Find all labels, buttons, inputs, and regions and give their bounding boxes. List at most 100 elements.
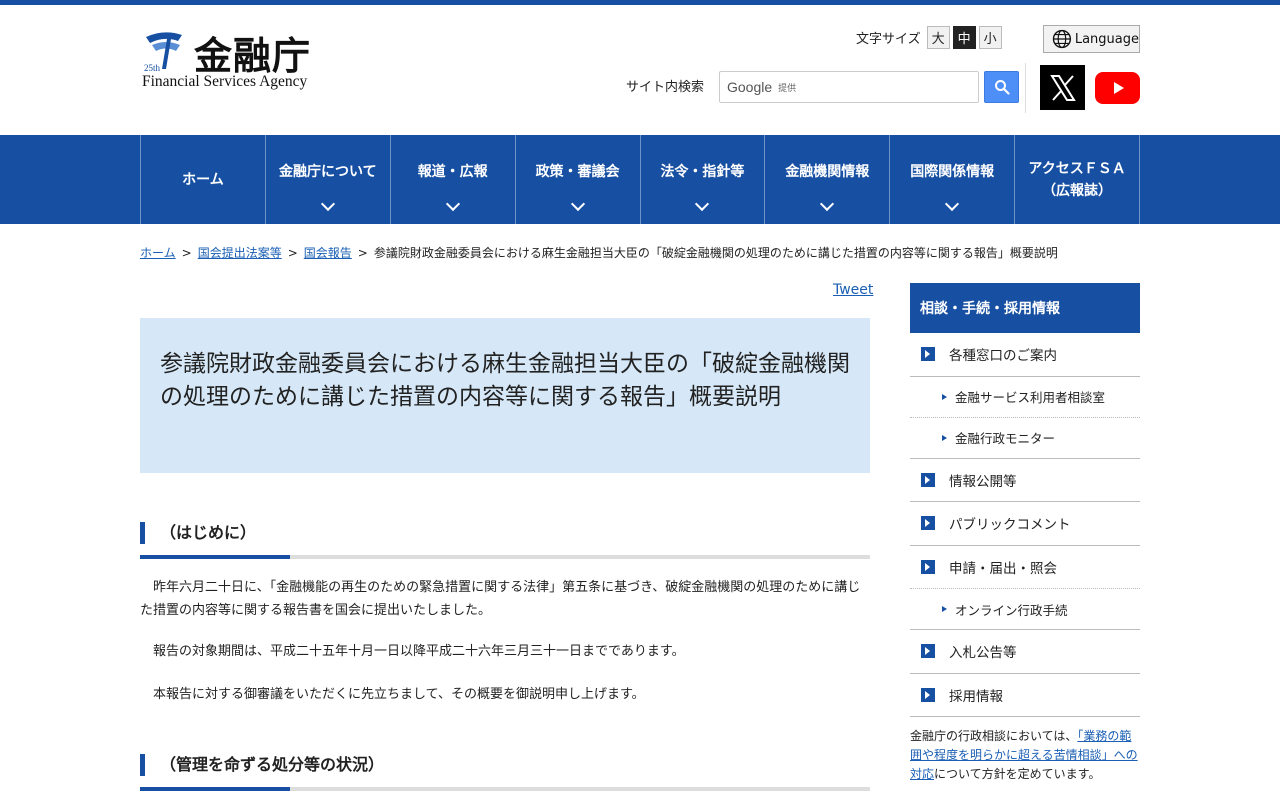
- triangle-right-icon: [942, 393, 947, 400]
- nav-laws-label: 法令・指針等: [660, 163, 745, 180]
- font-size-large-button[interactable]: 大: [926, 26, 950, 49]
- search-label: サイト内検索: [626, 80, 705, 95]
- youtube-link[interactable]: [1095, 72, 1140, 104]
- breadcrumb-bills[interactable]: 国会提出法案等: [198, 246, 282, 260]
- chevron-down-icon: [820, 196, 835, 212]
- logo-jp-text: 金融庁: [194, 34, 312, 78]
- google-brand-suffix: 提供: [778, 83, 797, 94]
- page-title-box: 参議院財政金融委員会における麻生金融担当大臣の「破綻金融機関の処理のために講じた…: [140, 318, 870, 473]
- page-title: 参議院財政金融委員会における麻生金融担当大臣の「破綻金融機関の処理のために講じた…: [160, 351, 850, 410]
- global-nav: ホーム 金融庁について 報道・広報 政策・審議会 法令・指針等 金融機関情報 国…: [0, 135, 1280, 224]
- fsa-logo[interactable]: 25th 金融庁 Financial Services Agency: [142, 27, 342, 97]
- nav-about-label: 金融庁について: [279, 163, 377, 180]
- search-icon: [994, 80, 1010, 95]
- language-button[interactable]: Language: [1043, 25, 1140, 53]
- nav-policy-label: 政策・審議会: [535, 163, 620, 180]
- language-label: Language: [1074, 31, 1139, 47]
- tweet-link[interactable]: Tweet: [833, 282, 873, 298]
- breadcrumb-separator: >: [181, 246, 192, 260]
- site-search-input[interactable]: Google 提供: [719, 71, 979, 103]
- sidebar-item-joho[interactable]: 情報公開等: [910, 459, 1140, 502]
- nav-institutions-label: 金融機関情報: [785, 163, 870, 180]
- sidebar-item-madoguchi[interactable]: 各種窓口のご案内: [910, 333, 1140, 377]
- breadcrumb-current: 参議院財政金融委員会における麻生金融担当大臣の「破綻金融機関の処理のために講じた…: [373, 246, 1058, 260]
- breadcrumb-separator: >: [287, 246, 298, 260]
- section-rule: [140, 555, 870, 559]
- chevron-down-icon: [320, 196, 335, 212]
- nav-international[interactable]: 国際関係情報: [890, 135, 1016, 224]
- sidebar-item-public-comment[interactable]: パブリックコメント: [910, 502, 1140, 546]
- sidebar-subitem-monitor[interactable]: 金融行政モニター: [910, 418, 1140, 459]
- nav-policy[interactable]: 政策・審議会: [516, 135, 641, 224]
- google-brand: Google: [727, 79, 773, 95]
- youtube-icon: [1113, 82, 1124, 94]
- triangle-right-icon: [942, 606, 947, 612]
- sidebar-item-label: 情報公開等: [949, 473, 1017, 490]
- sidebar-subitem-riyosha[interactable]: 金融サービス利用者相談室: [910, 377, 1140, 418]
- globe-icon: [1052, 29, 1072, 49]
- x-link[interactable]: [1040, 65, 1085, 110]
- arrow-square-icon: [921, 687, 935, 702]
- font-size-switcher: 文字サイズ 大 中 小: [856, 26, 1005, 49]
- nav-about[interactable]: 金融庁について: [266, 135, 391, 224]
- nav-access-fsa-sublabel: （広報誌）: [1042, 182, 1113, 199]
- sidebar-subitem-label: 金融サービス利用者相談室: [955, 390, 1106, 405]
- chevron-down-icon: [695, 196, 710, 212]
- arrow-square-icon: [921, 472, 935, 487]
- paragraph-1: 昨年六月二十日に、「金融機能の再生のための緊急措置に関する法律」第五条に基づき、…: [140, 580, 861, 618]
- nav-institutions[interactable]: 金融機関情報: [765, 135, 891, 224]
- fsa-logo-mark-icon: 25th: [144, 32, 182, 73]
- sidebar-item-label: パブリックコメント: [949, 517, 1071, 534]
- font-size-small-button[interactable]: 小: [978, 26, 1002, 49]
- triangle-right-icon: [942, 434, 947, 441]
- breadcrumb-reports[interactable]: 国会報告: [304, 246, 352, 260]
- nav-press-label: 報道・広報: [417, 163, 488, 180]
- header-divider: [1025, 63, 1026, 113]
- x-logo-icon: [1049, 74, 1076, 101]
- search-button[interactable]: [984, 71, 1019, 103]
- nav-access-fsa[interactable]: アクセスＦＳＡ （広報誌）: [1015, 135, 1140, 224]
- breadcrumb-separator: >: [357, 246, 368, 260]
- breadcrumb-home[interactable]: ホーム: [140, 246, 176, 260]
- sidebar-item-nyusatsu[interactable]: 入札公告等: [910, 630, 1140, 674]
- sidebar-item-shinsei[interactable]: 申請・届出・照会: [910, 546, 1140, 589]
- section-heading-text: （はじめに）: [140, 522, 870, 544]
- section-rule: [140, 787, 870, 791]
- logo-badge: 25th: [144, 63, 161, 73]
- sidebar-item-label: 入札公告等: [949, 645, 1017, 662]
- sidebar-note: 金融庁の行政相談においては、「業務の範囲や程度を明らかに超える苦情相談」への対応…: [910, 727, 1140, 784]
- arrow-square-icon: [921, 347, 935, 362]
- arrow-square-icon: [921, 559, 935, 574]
- section-heading-management: （管理を命ずる処分等の状況）: [140, 754, 870, 791]
- paragraph-2: 報告の対象期間は、平成二十五年十月一日以降平成二十六年三月三十一日までであります…: [153, 644, 685, 659]
- sidebar-item-label: 各種窓口のご案内: [949, 348, 1057, 365]
- breadcrumb: ホーム > 国会提出法案等 > 国会報告 > 参議院財政金融委員会における麻生金融担当大臣の…: [140, 244, 1058, 261]
- chevron-down-icon: [945, 196, 960, 212]
- font-size-label: 文字サイズ: [856, 32, 921, 47]
- logo-en-text: Financial Services Agency: [142, 73, 308, 90]
- font-size-medium-button[interactable]: 中: [952, 26, 976, 49]
- nav-international-label: 国際関係情報: [910, 163, 995, 180]
- nav-laws[interactable]: 法令・指針等: [641, 135, 766, 224]
- section-heading-intro: （はじめに）: [140, 522, 870, 559]
- sidebar-item-saiyo[interactable]: 採用情報: [910, 674, 1140, 717]
- site-header: 25th 金融庁 Financial Services Agency 文字サイズ…: [0, 5, 1280, 135]
- arrow-square-icon: [921, 644, 935, 659]
- sidebar-subitem-label: オンライン行政手続: [955, 602, 1068, 618]
- sidebar-subitem-label: 金融行政モニター: [955, 431, 1056, 446]
- sidebar-subitem-online[interactable]: オンライン行政手続: [910, 589, 1140, 630]
- nav-home-label: ホーム: [182, 171, 224, 188]
- arrow-square-icon: [921, 516, 935, 531]
- chevron-down-icon: [570, 196, 585, 212]
- sidebar-heading: 相談・手続・採用情報: [910, 283, 1140, 333]
- sidebar-item-label: 採用情報: [949, 688, 1003, 705]
- section-heading-text: （管理を命ずる処分等の状況）: [140, 754, 870, 776]
- paragraph-3: 本報告に対する御審議をいただくに先立ちまして、その概要を御説明申し上げます。: [153, 687, 645, 702]
- nav-access-fsa-label: アクセスＦＳＡ: [1028, 160, 1126, 177]
- sidebar-item-label: 申請・届出・照会: [949, 560, 1057, 577]
- chevron-down-icon: [445, 196, 460, 212]
- nav-press[interactable]: 報道・広報: [391, 135, 516, 224]
- sidebar: 相談・手続・採用情報 各種窓口のご案内 金融サービス利用者相談室 金融行政モニタ…: [910, 283, 1140, 784]
- sidebar-note-text: について方針を定めています。: [934, 767, 1101, 781]
- nav-home[interactable]: ホーム: [141, 135, 266, 224]
